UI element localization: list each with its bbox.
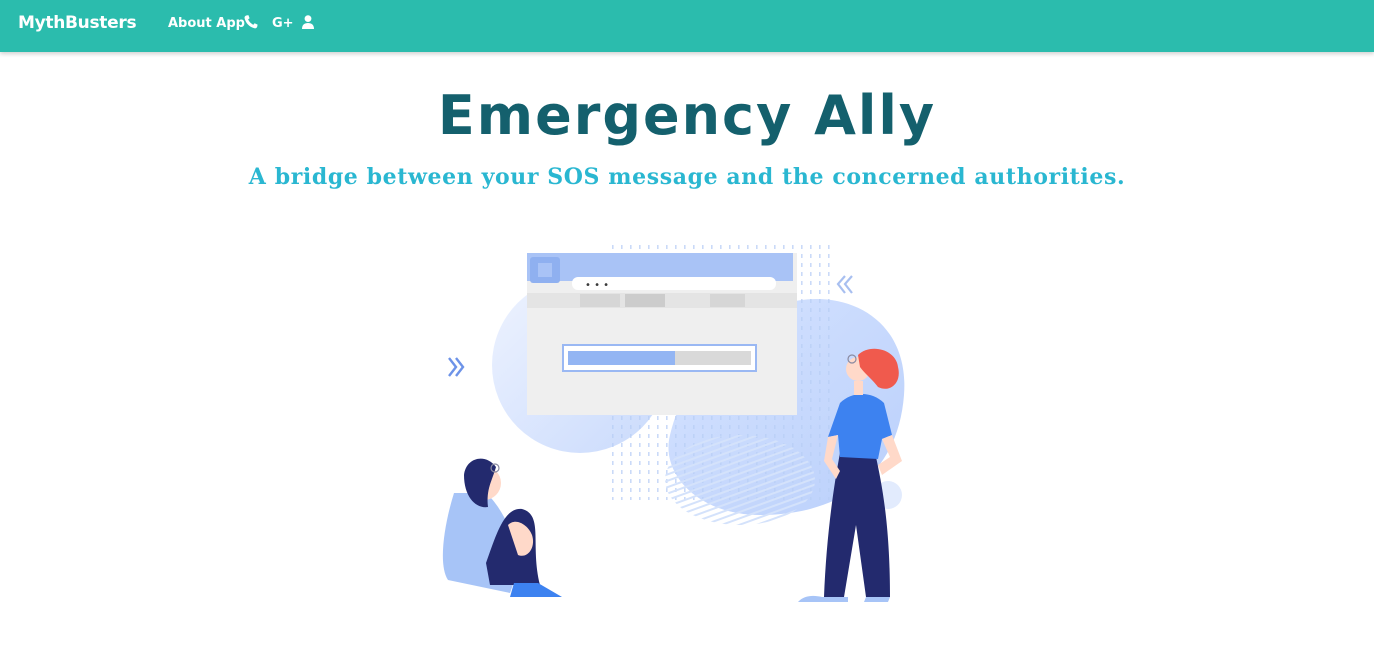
navbar: MythBusters About App G+ bbox=[0, 0, 1374, 52]
brand-logo[interactable]: MythBusters bbox=[18, 13, 137, 33]
page-subtitle: A bridge between your SOS message and th… bbox=[248, 164, 1126, 190]
user-icon[interactable] bbox=[300, 14, 318, 32]
nav-about-app[interactable]: About App bbox=[168, 16, 245, 31]
page-title: Emergency Ally bbox=[437, 84, 937, 147]
hero-illustration: • • • bbox=[420, 225, 940, 615]
chevron-right-double-icon bbox=[448, 357, 465, 377]
chevron-left-double-icon bbox=[836, 275, 853, 294]
stripe-field bbox=[665, 435, 815, 525]
browser-window: • • • bbox=[527, 253, 797, 415]
illustration-svg: • • • bbox=[442, 240, 905, 602]
sitting-woman-figure bbox=[442, 458, 562, 597]
google-plus-icon[interactable]: G+ bbox=[272, 16, 294, 34]
phone-icon[interactable] bbox=[243, 14, 261, 32]
window-dots: • • • bbox=[585, 280, 609, 291]
